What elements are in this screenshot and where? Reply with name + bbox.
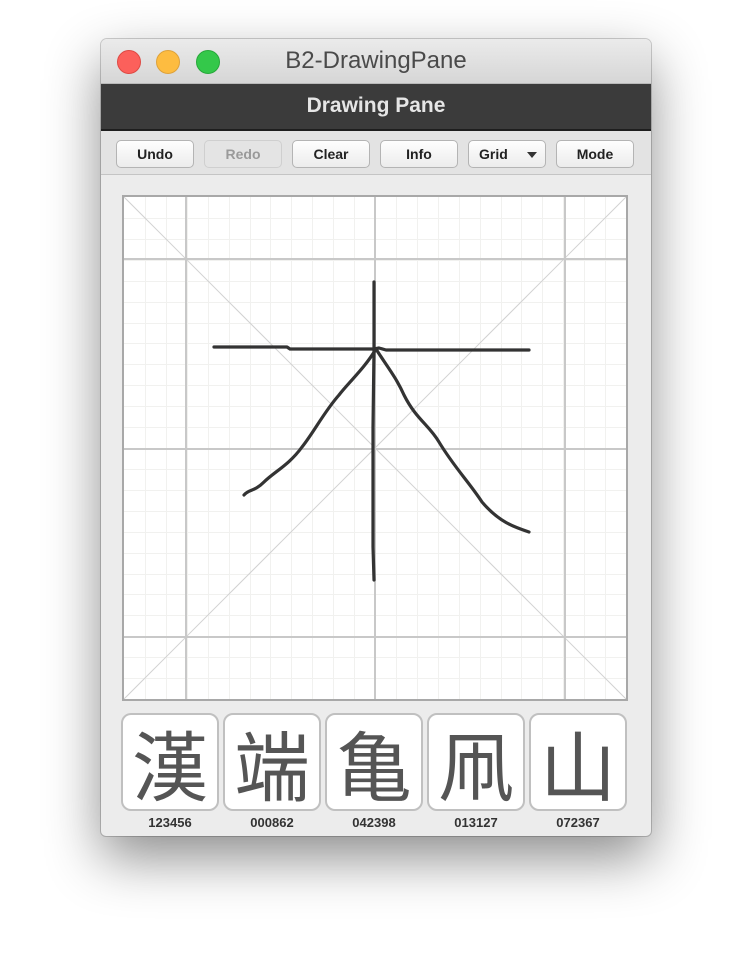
- window-title: B2-DrawingPane: [285, 47, 467, 74]
- ink-stroke: [212, 345, 531, 352]
- pane-title: Drawing Pane: [306, 94, 446, 117]
- app-window: B2-DrawingPane Drawing Pane Undo Redo Cl…: [101, 39, 651, 836]
- drawing-surface[interactable]: [124, 197, 626, 699]
- candidate-code: 042398: [352, 815, 396, 830]
- mode-button[interactable]: Mode: [556, 140, 634, 168]
- grid-select-value: Grid: [479, 146, 508, 162]
- ink-strokes: [212, 280, 531, 582]
- toolbar: Undo Redo Clear Info Grid Mode: [101, 131, 651, 175]
- ink-stroke: [374, 347, 531, 534]
- ink-stroke: [242, 347, 378, 497]
- candidate-button[interactable]: 端: [223, 713, 321, 813]
- candidate-button[interactable]: 亀: [325, 713, 423, 813]
- redo-button: Redo: [204, 140, 282, 168]
- title-bar[interactable]: B2-DrawingPane: [101, 39, 651, 84]
- candidate-code: 072367: [556, 815, 600, 830]
- drawing-canvas[interactable]: [122, 195, 628, 701]
- candidate-code: 000862: [250, 815, 294, 830]
- candidate-button[interactable]: 凧: [427, 713, 525, 813]
- candidate-code: 013127: [454, 815, 498, 830]
- chevron-down-icon: [527, 152, 537, 158]
- grid-select[interactable]: Grid: [468, 140, 546, 168]
- candidate-code: 123456: [148, 815, 192, 830]
- pane-header: Drawing Pane: [101, 84, 651, 131]
- info-button[interactable]: Info: [380, 140, 458, 168]
- candidate-button[interactable]: 漢: [121, 713, 219, 813]
- clear-button[interactable]: Clear: [292, 140, 370, 168]
- ink-stroke: [371, 280, 376, 582]
- candidate-button[interactable]: 山: [529, 713, 627, 813]
- undo-button[interactable]: Undo: [116, 140, 194, 168]
